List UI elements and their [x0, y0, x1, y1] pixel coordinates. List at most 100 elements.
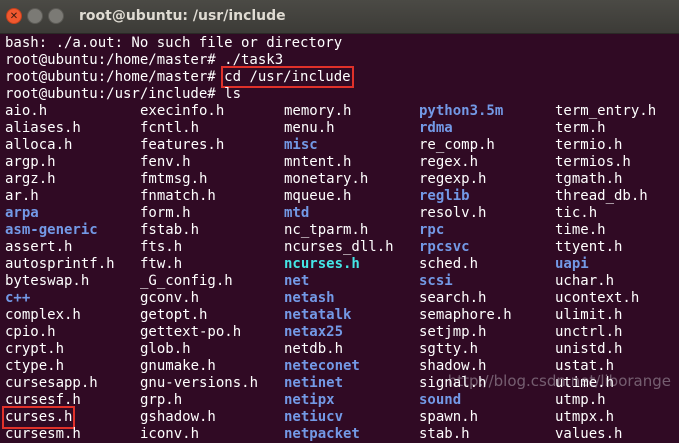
directory-entry: neteconet — [284, 358, 360, 374]
file-entry: unctrl.h — [555, 324, 623, 340]
file-entry: unistd.h — [555, 341, 623, 357]
file-entry: ustat.h — [555, 358, 615, 374]
file-entry: sched.h — [419, 256, 479, 272]
terminal-line: root@ubuntu:/home/master# ./task3 — [5, 52, 284, 68]
file-entry: mntent.h — [284, 154, 352, 170]
file-entry: nc_tparm.h — [284, 222, 369, 238]
file-entry: ftw.h — [140, 256, 183, 272]
directory-entry: netatalk — [284, 307, 352, 323]
file-entry: sgtty.h — [419, 341, 479, 357]
file-entry: tic.h — [555, 205, 598, 221]
maximize-window-button[interactable] — [48, 8, 64, 24]
file-entry: time.h — [555, 222, 606, 238]
file-entry: memory.h — [284, 103, 352, 119]
directory-entry: rpcsvc — [419, 239, 470, 255]
file-entry: grp.h — [140, 392, 183, 408]
terminal-line: bash: ./a.out: No such file or directory — [5, 35, 343, 51]
directory-entry: mtd — [284, 205, 310, 221]
directory-entry: arpa — [5, 205, 39, 221]
file-entry: cpio.h — [5, 324, 56, 340]
file-entry: ulimit.h — [555, 307, 623, 323]
directory-entry: python3.5m — [419, 103, 504, 119]
directory-entry: rdma — [419, 120, 453, 136]
window-title: root@ubuntu: /usr/include — [79, 8, 286, 24]
file-entry: ar.h — [5, 188, 39, 204]
terminal-command-line: root@ubuntu:/usr/include# ls — [5, 86, 241, 103]
file-entry: term_entry.h — [555, 103, 657, 119]
terminal-command-line: root@ubuntu:/home/master# cd /usr/includ… — [5, 66, 354, 88]
file-entry: assert.h — [5, 239, 73, 255]
file-entry: execinfo.h — [140, 103, 225, 119]
shell-command: ls — [224, 86, 242, 102]
file-entry: term.h — [555, 120, 606, 136]
file-entry: form.h — [140, 205, 191, 221]
file-entry: ucontext.h — [555, 290, 640, 306]
file-entry: menu.h — [284, 120, 335, 136]
file-entry: cursesm.h — [5, 426, 81, 442]
file-entry: ctype.h — [5, 358, 65, 374]
file-entry: resolv.h — [419, 205, 487, 221]
file-entry: cursesapp.h — [5, 375, 98, 391]
file-entry: termios.h — [555, 154, 631, 170]
file-entry: gettext-po.h — [140, 324, 242, 340]
file-entry: fnmatch.h — [140, 188, 216, 204]
file-entry: aliases.h — [5, 120, 81, 136]
file-entry: semaphore.h — [419, 307, 512, 323]
minimize-window-button[interactable] — [27, 8, 43, 24]
file-entry: shadow.h — [419, 358, 487, 374]
file-entry: autosprintf.h — [5, 256, 115, 272]
file-entry: complex.h — [5, 307, 81, 323]
file-entry: fcntl.h — [140, 120, 200, 136]
file-entry: fts.h — [140, 239, 183, 255]
file-entry: signal.h — [419, 375, 487, 391]
file-entry: glob.h — [140, 341, 191, 357]
close-window-button[interactable]: ✕ — [6, 8, 22, 24]
file-entry: regex.h — [419, 154, 479, 170]
terminal-output[interactable]: bash: ./a.out: No such file or directory… — [0, 34, 679, 443]
file-entry: _G_config.h — [140, 273, 233, 289]
directory-entry: netax25 — [284, 324, 344, 340]
file-entry: stab.h — [419, 426, 470, 442]
file-entry: re_comp.h — [419, 137, 495, 153]
file-entry: curses.h — [1, 406, 76, 429]
directory-entry: netipx — [284, 392, 335, 408]
directory-entry: scsi — [419, 273, 453, 289]
directory-entry: net — [284, 273, 310, 289]
directory-entry: misc — [284, 137, 318, 153]
file-entry: ttyent.h — [555, 239, 623, 255]
file-entry: fenv.h — [140, 154, 191, 170]
file-entry: fstab.h — [140, 222, 200, 238]
directory-entry: sound — [419, 392, 462, 408]
file-entry: monetary.h — [284, 171, 369, 187]
directory-entry: uapi — [555, 256, 589, 272]
link-entry: ncurses.h — [284, 256, 360, 272]
directory-entry: asm-generic — [5, 222, 98, 238]
file-entry: termio.h — [555, 137, 623, 153]
directory-entry: netiucv — [284, 409, 344, 425]
file-entry: tgmath.h — [555, 171, 623, 187]
file-entry: cursesf.h — [5, 392, 81, 408]
file-entry: getopt.h — [140, 307, 208, 323]
file-entry: features.h — [140, 137, 225, 153]
file-entry: gnu-versions.h — [140, 375, 259, 391]
file-entry: gnumake.h — [140, 358, 216, 374]
file-entry: setjmp.h — [419, 324, 487, 340]
file-entry: aio.h — [5, 103, 48, 119]
directory-entry: reglib — [419, 188, 470, 204]
directory-entry: netinet — [284, 375, 344, 391]
shell-prompt: root@ubuntu:/home/master# — [5, 69, 225, 85]
file-entry: ncurses_dll.h — [284, 239, 394, 255]
shell-prompt: root@ubuntu:/usr/include# — [5, 86, 225, 102]
file-entry: utime.h — [555, 375, 615, 391]
file-entry: utmp.h — [555, 392, 606, 408]
file-entry: uchar.h — [555, 273, 615, 289]
file-entry: thread_db.h — [555, 188, 648, 204]
file-entry: values.h — [555, 426, 623, 442]
file-entry: netdb.h — [284, 341, 344, 357]
file-entry: gconv.h — [140, 290, 200, 306]
file-entry: iconv.h — [140, 426, 200, 442]
file-entry: spawn.h — [419, 409, 479, 425]
file-entry: alloca.h — [5, 137, 73, 153]
window-titlebar: ✕ root@ubuntu: /usr/include — [0, 0, 679, 34]
file-entry: argz.h — [5, 171, 56, 187]
